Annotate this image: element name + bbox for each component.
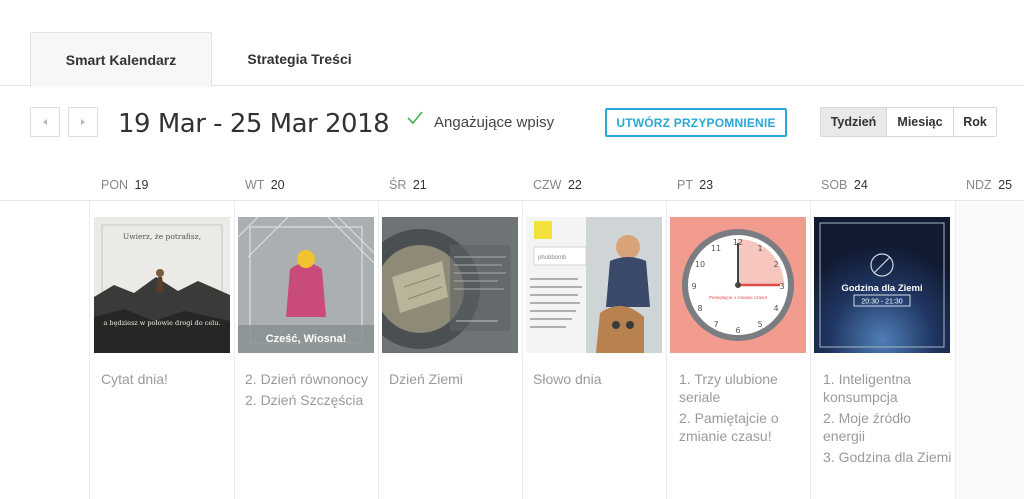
day-header-tue: WT 20: [245, 178, 285, 192]
tab-content-strategy[interactable]: Strategia Treści: [212, 32, 387, 86]
event-item[interactable]: 2. Moje źródło energii: [823, 409, 953, 445]
thumb-clock-note: Pamiętajcie o zmianie czasu!: [709, 295, 767, 300]
event-item[interactable]: Cytat dnia!: [101, 370, 231, 388]
event-item[interactable]: 2. Pamiętajcie o zmianie czasu!: [679, 409, 809, 445]
post-thumbnail-spring[interactable]: Cześć, Wiosna!: [238, 217, 374, 353]
day-header-fri: PT 23: [677, 178, 713, 192]
event-item[interactable]: 1. Trzy ulubione seriale: [679, 370, 809, 406]
day-number: 21: [412, 178, 427, 192]
day-abbr: WT: [245, 178, 265, 192]
chevron-left-icon: [43, 119, 47, 125]
post-thumbnail-word-of-day[interactable]: phubbomb: [526, 217, 662, 353]
svg-text:3: 3: [779, 282, 784, 291]
day-events-thu: Słowo dnia: [533, 370, 663, 391]
svg-text:10: 10: [695, 260, 705, 269]
view-switcher: Tydzień Miesiąc Rok: [820, 107, 997, 137]
svg-text:1: 1: [757, 244, 762, 253]
post-thumbnail-quote[interactable]: Uwierz, że potrafisz, a będziesz w połow…: [94, 217, 230, 353]
day-events-tue: 2. Dzień równonocy 2. Dzień Szczęścia: [245, 370, 375, 412]
day-number: 24: [853, 178, 868, 192]
thumb-quote-bottom: a będziesz w połowie drogi do celu.: [103, 319, 220, 327]
previous-week-button[interactable]: [30, 107, 60, 137]
day-header-sat: SOB 24: [821, 178, 868, 192]
svg-text:4: 4: [773, 304, 778, 313]
svg-text:8: 8: [697, 304, 702, 313]
thumb-spring-caption: Cześć, Wiosna!: [266, 333, 347, 345]
day-events-fri: 1. Trzy ulubione seriale 2. Pamiętajcie …: [679, 370, 809, 448]
day-events-wed: Dzień Ziemi: [389, 370, 519, 391]
day-header-mon: PON 19: [101, 178, 148, 192]
post-thumbnail-time-change[interactable]: 12 1 2 345 678 9 10 11 Pamiętajcie o zmianie…: [670, 217, 806, 353]
day-abbr: NDZ: [966, 178, 992, 192]
tab-bar: Smart Kalendarz Strategia Treści: [0, 0, 1024, 87]
day-header-wed: ŚR 21: [389, 178, 427, 192]
day-header-sun: NDZ 25: [966, 178, 1012, 192]
view-month-button[interactable]: Miesiąc: [887, 108, 954, 136]
day-events-mon: Cytat dnia!: [101, 370, 231, 391]
svg-text:2: 2: [773, 260, 778, 269]
day-abbr: CZW: [533, 178, 562, 192]
svg-text:11: 11: [711, 244, 721, 253]
post-thumbnail-earth-day[interactable]: [382, 217, 518, 353]
thumb-earth-hour-title: Godzina dla Ziemi: [841, 283, 922, 294]
checkmark-icon: [406, 111, 424, 131]
day-events-sat: 1. Inteligentna konsumpcja 2. Moje źródł…: [823, 370, 953, 469]
day-column-sun: [955, 201, 1024, 499]
day-number: 19: [134, 178, 149, 192]
svg-text:5: 5: [757, 320, 762, 329]
day-abbr: ŚR: [389, 178, 407, 192]
day-abbr: SOB: [821, 178, 848, 192]
next-week-button[interactable]: [68, 107, 98, 137]
event-item[interactable]: 1. Inteligentna konsumpcja: [823, 370, 953, 406]
day-abbr: PT: [677, 178, 693, 192]
chevron-right-icon: [81, 119, 85, 125]
event-item[interactable]: 2. Dzień Szczęścia: [245, 391, 375, 409]
day-number: 22: [567, 178, 582, 192]
day-number: 25: [998, 178, 1013, 192]
event-item[interactable]: Dzień Ziemi: [389, 370, 519, 388]
day-number: 23: [699, 178, 714, 192]
day-abbr: PON: [101, 178, 129, 192]
event-item[interactable]: Słowo dnia: [533, 370, 663, 388]
day-header-thu: CZW 22: [533, 178, 582, 192]
thumb-word: phubbomb: [538, 255, 567, 261]
svg-text:7: 7: [713, 320, 718, 329]
engaging-posts-checkbox[interactable]: Angażujące wpisy: [406, 111, 555, 131]
svg-text:9: 9: [691, 282, 696, 291]
event-item[interactable]: 2. Dzień równonocy: [245, 370, 375, 388]
view-year-button[interactable]: Rok: [954, 108, 996, 136]
create-reminder-button[interactable]: UTWÓRZ PRZYPOMNIENIE: [605, 108, 787, 137]
checkbox-label: Angażujące wpisy: [434, 113, 555, 131]
event-item[interactable]: 3. Godzina dla Ziemi: [823, 448, 953, 466]
post-thumbnail-earth-hour[interactable]: Godzina dla Ziemi 20:30 - 21:30: [814, 217, 950, 353]
thumb-earth-hour-time: 20:30 - 21:30: [861, 299, 902, 306]
day-number: 20: [270, 178, 285, 192]
svg-text:6: 6: [735, 326, 740, 335]
tab-smart-calendar[interactable]: Smart Kalendarz: [30, 32, 212, 87]
thumb-quote-top: Uwierz, że potrafisz,: [123, 232, 201, 241]
view-week-button[interactable]: Tydzień: [821, 108, 887, 136]
date-range-title: 19 Mar - 25 Mar 2018: [118, 109, 390, 139]
